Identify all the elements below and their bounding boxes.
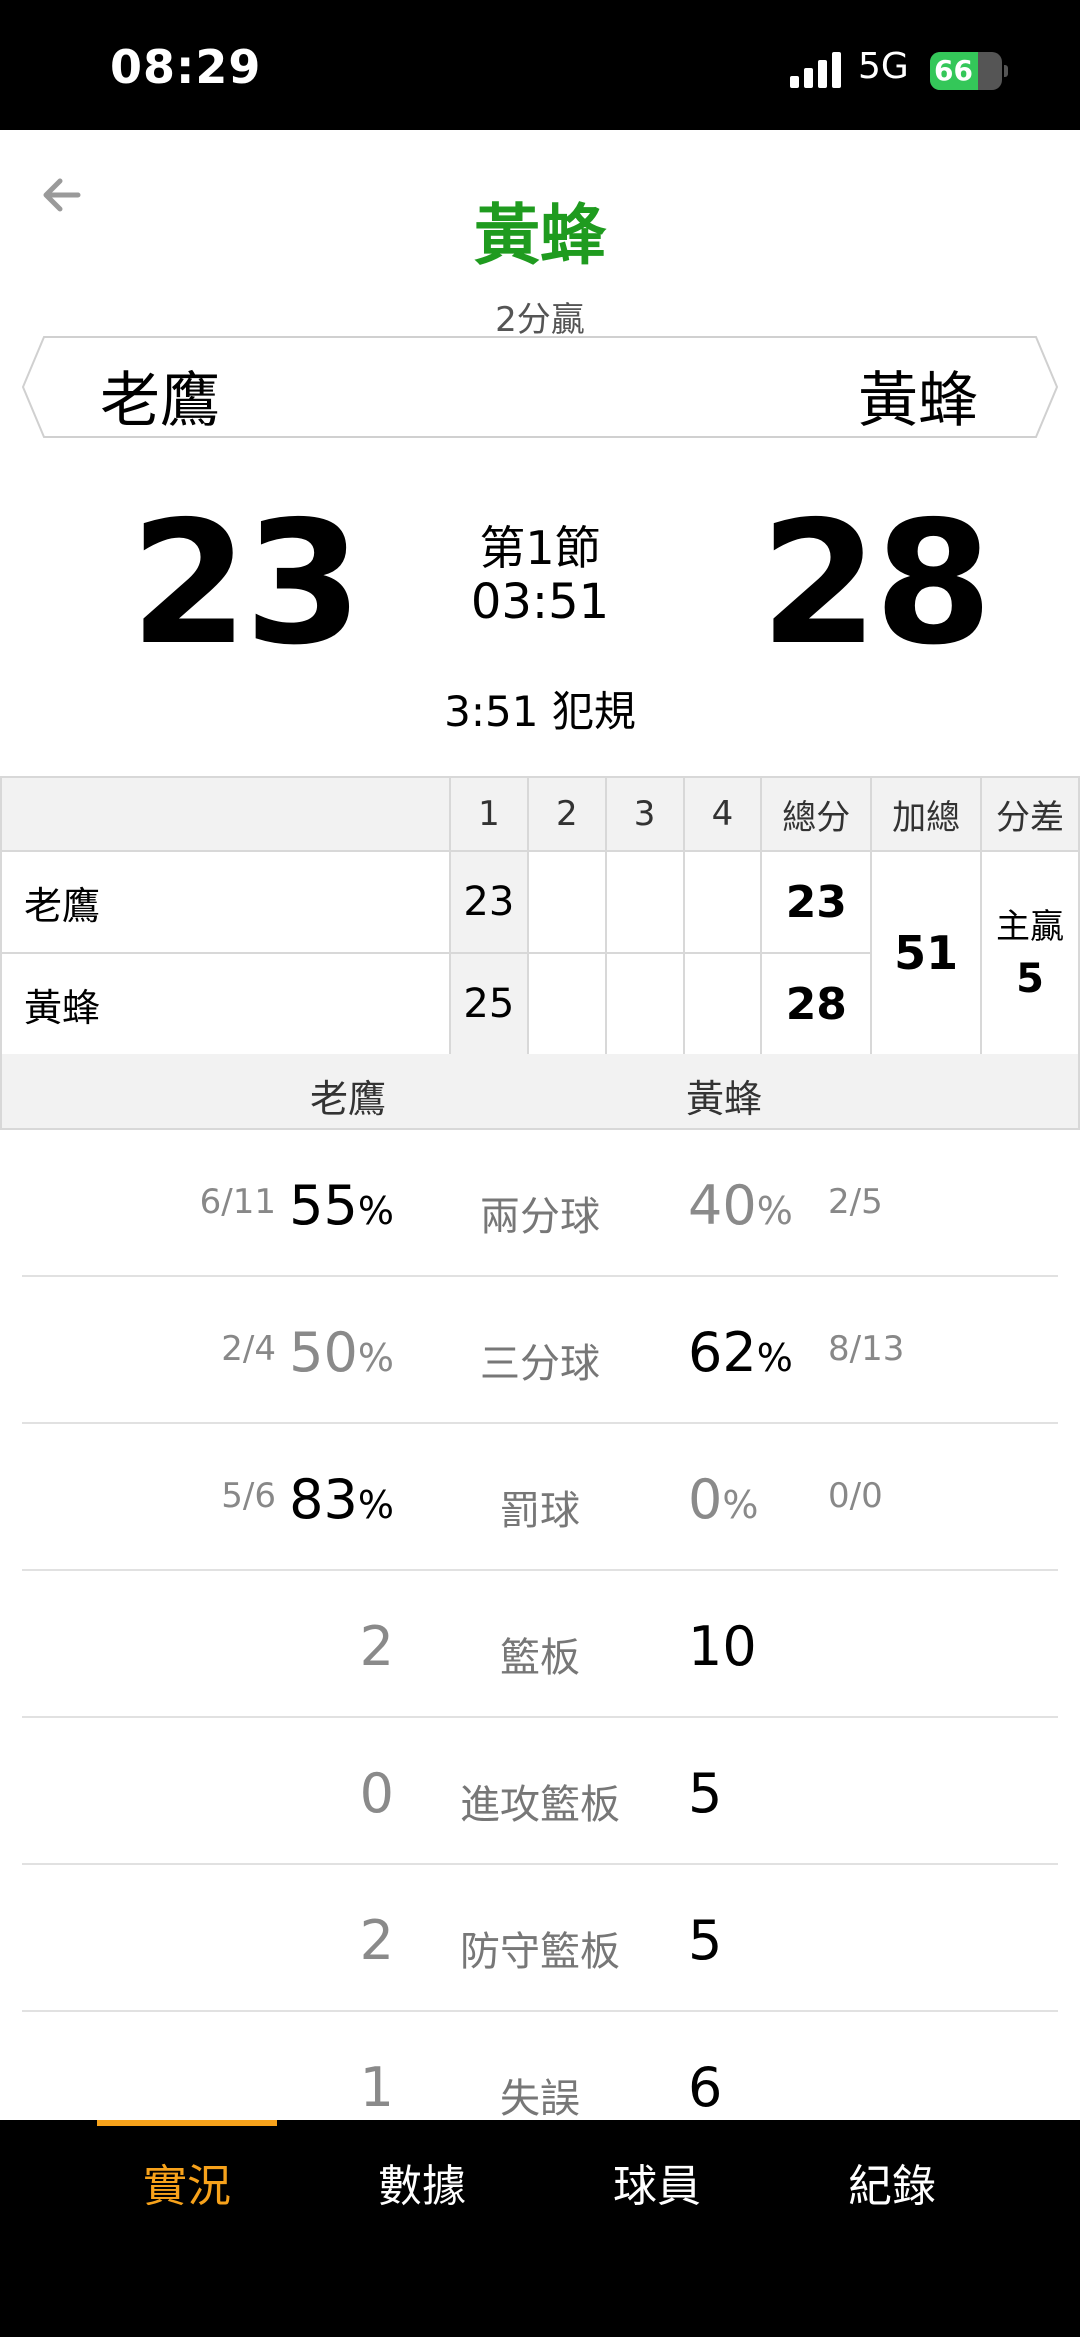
- winner-title: 黃蜂: [474, 197, 606, 274]
- active-tab-indicator: [97, 2120, 277, 2126]
- stat-row-rebounds: 2 籃板 10: [22, 1571, 1058, 1718]
- stat-label: 進攻籃板: [460, 1782, 620, 1828]
- right-fraction: 2/5: [828, 1182, 883, 1222]
- quarter-table: 1 2 3 4 總分 加總 分差 老鷹 23 23 51 主贏 5 黃蜂 25: [0, 776, 1080, 1056]
- signal-icon: [790, 52, 844, 88]
- stat-row-free-throws: 5/6 83% 罰球 0% 0/0: [22, 1424, 1058, 1571]
- row-total: 28: [760, 952, 873, 1056]
- header-q2: 2: [526, 776, 607, 852]
- team-right-name[interactable]: 黃蜂: [858, 352, 978, 439]
- header-total: 總分: [760, 776, 873, 852]
- stat-label: 籃板: [500, 1635, 580, 1681]
- right-value: 5: [688, 1762, 723, 1825]
- stat-row-defensive-rebounds: 2 防守籃板 5: [22, 1865, 1058, 2012]
- team-left-name[interactable]: 老鷹: [100, 352, 220, 439]
- row-team-name: 黃蜂: [0, 952, 451, 1056]
- header-q4: 4: [682, 776, 763, 852]
- point-diff-label: 主贏: [996, 907, 1065, 947]
- result-subtitle: 2分贏: [495, 300, 585, 340]
- last-event: 3:51 犯規: [444, 687, 636, 736]
- game-detail: 黃蜂 2分贏 老鷹 黃蜂 23 第1節 03:51 28 3:51 犯規 1 2…: [0, 130, 1080, 2130]
- right-value: 6: [688, 2056, 723, 2119]
- tab-players[interactable]: 球員: [557, 2150, 757, 2214]
- row-q4: [682, 850, 763, 954]
- status-bar: 08:29 5G 66: [0, 0, 1080, 130]
- right-percent: 0%: [688, 1468, 759, 1531]
- combined-total: 51: [870, 850, 983, 1056]
- stats-team-right: 黃蜂: [686, 1077, 763, 1121]
- right-fraction: 0/0: [828, 1476, 883, 1516]
- stat-label: 防守籃板: [460, 1929, 620, 1975]
- status-time: 08:29: [110, 40, 262, 94]
- row-q4: [682, 952, 763, 1056]
- network-type: 5G: [858, 46, 909, 87]
- stat-label: 失誤: [500, 2076, 580, 2122]
- row-q3: [604, 952, 685, 1056]
- table-row: 老鷹 23 23 51 主贏 5: [0, 850, 1080, 1056]
- row-total: 23: [760, 850, 873, 954]
- quarter-table-header: 1 2 3 4 總分 加總 分差: [0, 776, 1080, 852]
- right-fraction: 8/13: [828, 1329, 905, 1369]
- battery-charging-icon: 66: [930, 52, 1008, 90]
- score-right: 28: [760, 485, 993, 683]
- stat-row-three-pointers: 2/4 50% 三分球 62% 8/13: [22, 1277, 1058, 1424]
- right-percent: 40%: [688, 1174, 793, 1237]
- stats-team-left: 老鷹: [310, 1077, 387, 1121]
- stat-row-offensive-rebounds: 0 進攻籃板 5: [22, 1718, 1058, 1865]
- row-team-name: 老鷹: [0, 850, 451, 954]
- point-diff-value: 5: [1016, 956, 1044, 1002]
- tab-log[interactable]: 紀錄: [792, 2150, 992, 2214]
- row-q1: 25: [448, 952, 529, 1056]
- bottom-tab-bar: 實況 數據 球員 紀錄: [0, 2120, 1080, 2337]
- stat-label: 罰球: [500, 1488, 580, 1534]
- row-q1: 23: [448, 850, 529, 954]
- stat-label: 兩分球: [480, 1194, 600, 1240]
- row-q2: [526, 850, 607, 954]
- stat-row-turnovers: 1 失誤 6: [22, 2012, 1058, 2130]
- header-q3: 3: [604, 776, 685, 852]
- header-diff: 分差: [980, 776, 1080, 852]
- stat-row-two-pointers: 6/11 55% 兩分球 40% 2/5: [22, 1130, 1058, 1277]
- right-value: 5: [688, 1909, 723, 1972]
- header-q1: 1: [448, 776, 529, 852]
- battery-level: 66: [934, 54, 973, 87]
- point-diff: 主贏 5: [980, 850, 1080, 1056]
- header-blank: [0, 776, 451, 852]
- stats-team-header: 老鷹 黃蜂: [0, 1054, 1080, 1130]
- right-percent: 62%: [688, 1321, 793, 1384]
- right-value: 10: [688, 1615, 757, 1678]
- row-q2: [526, 952, 607, 1056]
- header-sum: 加總: [870, 776, 983, 852]
- stats-list: 6/11 55% 兩分球 40% 2/5 2/4 50% 三分球 62% 8/1…: [22, 1130, 1058, 2130]
- tab-live[interactable]: 實況: [87, 2150, 287, 2214]
- row-q3: [604, 850, 685, 954]
- tab-stats[interactable]: 數據: [322, 2150, 522, 2214]
